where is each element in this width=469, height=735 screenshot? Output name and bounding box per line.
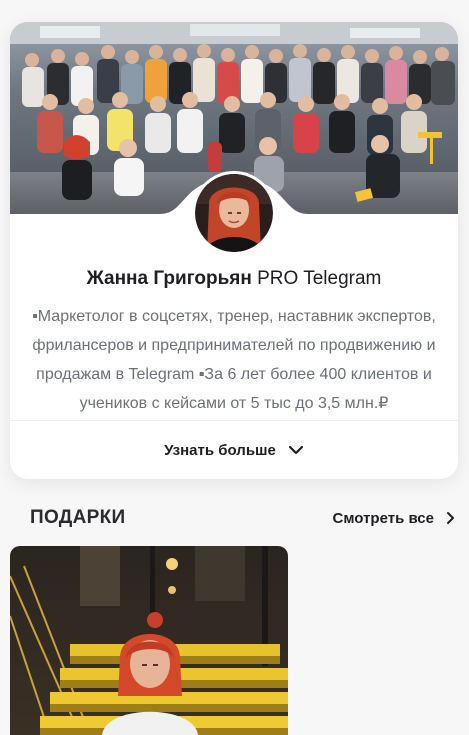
gifts-section-header: ПОДАРКИ Смотреть все xyxy=(30,505,455,531)
gifts-title: ПОДАРКИ xyxy=(30,507,126,528)
profile-name-rest: PRO Telegram xyxy=(251,268,382,289)
profile-name: Жанна Григорьян PRO Telegram xyxy=(10,268,458,290)
profile-bio: ▪Маркетолог в соцсетях, тренер, наставни… xyxy=(32,308,436,412)
page: Жанна Григорьян PRO Telegram ▪Маркетолог… xyxy=(0,0,469,735)
avatar[interactable] xyxy=(192,171,276,255)
learn-more-label: Узнать больше xyxy=(164,441,276,459)
divider xyxy=(10,420,458,421)
chevron-down-icon xyxy=(288,445,304,455)
gift-card-image[interactable] xyxy=(10,546,288,735)
profile-card: Жанна Григорьян PRO Telegram ▪Маркетолог… xyxy=(10,22,458,479)
learn-more-button[interactable]: Узнать больше xyxy=(10,434,458,466)
see-all-button[interactable]: Смотреть все xyxy=(333,510,455,527)
chevron-right-icon xyxy=(447,512,454,524)
see-all-label: Смотреть все xyxy=(332,509,434,527)
profile-name-bold: Жанна Григорьян xyxy=(86,268,252,289)
